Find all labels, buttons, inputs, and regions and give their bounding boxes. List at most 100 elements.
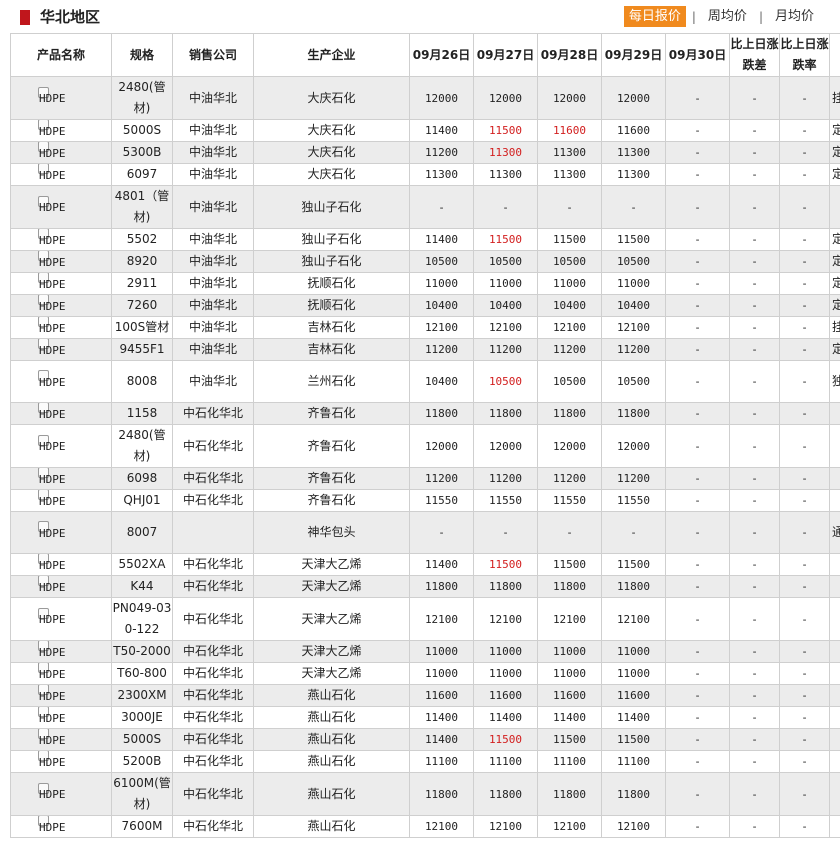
seller-cell-value: 中油华北 xyxy=(188,374,237,388)
price-0926-cell: 11800 xyxy=(409,772,474,816)
price-0928-cell: 11550 xyxy=(537,489,602,512)
price-0929-cell-value: 11600 xyxy=(616,124,651,137)
product-cell: HDPE xyxy=(10,684,112,707)
price-0928-cell-value: 11200 xyxy=(552,343,587,356)
price-0928-cell-value: 12000 xyxy=(552,439,587,453)
price-0929-cell: 11000 xyxy=(601,272,666,295)
seller-cell: 中石化华北 xyxy=(172,662,254,685)
change-diff-cell: - xyxy=(729,163,780,186)
price-0930-cell: - xyxy=(665,402,730,425)
change-diff-cell-value: - xyxy=(751,689,758,702)
price-0926-cell: 12100 xyxy=(409,316,474,339)
change-rate-cell-value: - xyxy=(801,494,808,507)
product-cell: HDPE xyxy=(10,338,112,361)
tab-monthly-average[interactable]: 月均价 xyxy=(769,6,820,27)
note-cell xyxy=(829,467,840,490)
change-rate-cell-value: - xyxy=(801,200,808,214)
price-0929-cell: 12100 xyxy=(601,316,666,339)
price-0928-cell-value: 12100 xyxy=(552,612,587,626)
price-0929-cell: 11300 xyxy=(601,141,666,164)
product-cell: HDPE xyxy=(10,662,112,685)
table-row: HDPE 2480(管材) 中石化华北 齐鲁石化 12000 12000 12000 1200… xyxy=(10,424,840,468)
price-0930-cell: - xyxy=(665,338,730,361)
product-name: HDPE xyxy=(39,645,66,659)
price-0928-cell-value: 11400 xyxy=(552,711,587,724)
price-0926-cell: 11400 xyxy=(409,119,474,142)
table-row: HDPE 9455F1 中油华北 吉林石化 11200 11200 11200 11200 - -… xyxy=(10,338,840,361)
spec-cell: 1158 xyxy=(111,402,173,425)
product-cell: HDPE xyxy=(10,360,112,403)
table-row: HDPE 8008 中油华北 兰州石化 10400 10500 10500 10500 - - - 独 xyxy=(10,360,840,403)
seller-cell: 中石化华北 xyxy=(172,553,254,576)
price-0928-cell: 11500 xyxy=(537,553,602,576)
spec-cell: 2480(管材) xyxy=(111,76,173,120)
price-0929-cell: - xyxy=(601,185,666,229)
spec-cell-value: 1158 xyxy=(126,406,158,420)
price-0927-cell-value: 11300 xyxy=(488,168,523,181)
maker-cell: 大庆石化 xyxy=(253,141,410,164)
price-0926-cell-value: 11000 xyxy=(424,667,459,680)
price-0927-cell-value: 11200 xyxy=(488,472,523,485)
price-0928-cell-value: 11500 xyxy=(552,558,587,571)
price-0930-cell-value: - xyxy=(694,667,701,680)
spec-cell: 5502XA xyxy=(111,553,173,576)
spec-cell: T50-2000 xyxy=(111,640,173,663)
change-rate-cell: - xyxy=(779,316,830,339)
note-cell xyxy=(829,750,840,773)
maker-cell: 独山子石化 xyxy=(253,228,410,251)
price-0930-cell-value: - xyxy=(694,472,701,485)
price-0930-cell: - xyxy=(665,76,730,120)
note-cell: 挂 xyxy=(829,76,840,120)
seller-cell-value: 中石化华北 xyxy=(182,579,243,593)
product-name: HDPE xyxy=(39,788,66,801)
table-row: HDPE K44 中石化华北 天津大乙烯 11800 11800 11800 11800 - - - xyxy=(10,575,840,598)
price-0929-cell-value: 11000 xyxy=(616,277,651,290)
price-0926-cell: - xyxy=(409,511,474,554)
price-0928-cell-value: 12100 xyxy=(552,820,587,833)
spec-cell-value: 5502XA xyxy=(118,557,166,571)
price-0930-cell-value: - xyxy=(694,343,701,356)
price-0927-cell: 11000 xyxy=(473,662,538,685)
maker-cell: 天津大乙烯 xyxy=(253,575,410,598)
change-diff-cell-value: - xyxy=(751,91,758,105)
price-0928-cell: 12100 xyxy=(537,597,602,641)
price-0929-cell: 10500 xyxy=(601,250,666,273)
spec-cell: 5502 xyxy=(111,228,173,251)
price-0927-cell-value: 11500 xyxy=(488,733,523,746)
maker-cell: 吉林石化 xyxy=(253,316,410,339)
price-0929-cell: 11800 xyxy=(601,402,666,425)
change-rate-cell-value: - xyxy=(801,439,808,453)
price-0930-cell-value: - xyxy=(694,277,701,290)
price-0926-cell-value: 11800 xyxy=(424,580,459,593)
maker-cell: 大庆石化 xyxy=(253,163,410,186)
maker-cell: 抚顺石化 xyxy=(253,294,410,317)
product-cell: HDPE xyxy=(10,424,112,468)
price-0926-cell-value: 11000 xyxy=(424,645,459,658)
change-diff-cell: - xyxy=(729,467,780,490)
maker-cell: 独山子石化 xyxy=(253,185,410,229)
price-0929-cell: - xyxy=(601,511,666,554)
change-diff-cell-value: - xyxy=(751,407,758,420)
change-diff-cell-value: - xyxy=(751,755,758,768)
product-cell: HDPE xyxy=(10,597,112,641)
price-0930-cell-value: - xyxy=(694,612,701,626)
spec-cell-value: 5000S xyxy=(122,123,162,137)
maker-cell-value: 燕山石化 xyxy=(307,819,356,833)
change-diff-cell-value: - xyxy=(751,820,758,833)
seller-cell: 中石化华北 xyxy=(172,402,254,425)
note-cell: 定 xyxy=(829,119,840,142)
price-0927-cell-value: 11000 xyxy=(488,645,523,658)
tab-daily-price[interactable]: 每日报价 xyxy=(623,6,686,27)
seller-cell-value: 中石化华北 xyxy=(182,754,243,768)
product-cell: HDPE xyxy=(10,228,112,251)
change-rate-cell-value: - xyxy=(801,299,808,312)
price-0928-cell-value: 11200 xyxy=(552,472,587,485)
change-diff-cell-value: - xyxy=(751,343,758,356)
change-rate-cell-value: - xyxy=(801,667,808,680)
price-0927-cell-value: 11300 xyxy=(488,146,523,159)
spec-cell-value: 2480(管材) xyxy=(118,428,166,463)
price-0927-cell-value: 11400 xyxy=(488,711,523,724)
price-0929-cell: 11500 xyxy=(601,228,666,251)
tab-weekly-average[interactable]: 周均价 xyxy=(702,6,753,27)
price-0926-cell-value: 11400 xyxy=(424,711,459,724)
